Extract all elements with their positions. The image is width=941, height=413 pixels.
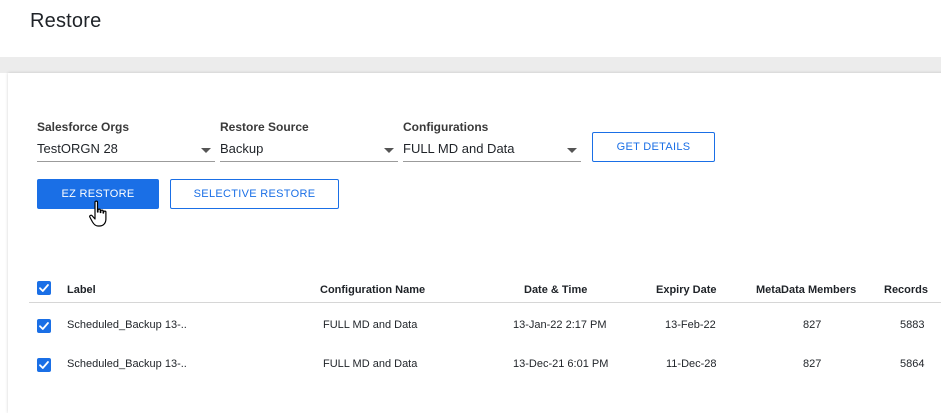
row-checkbox[interactable] [37,358,51,372]
restore-source-label: Restore Source [220,120,309,134]
cell-label: Scheduled_Backup 13-.. [67,358,187,370]
cell-expiry-date: 13-Feb-22 [665,319,716,331]
configurations-value: FULL MD and Data [403,141,515,156]
hand-pointer-icon [89,200,107,227]
header-divider-band [0,57,941,73]
cell-metadata-members: 827 [803,358,822,370]
cell-configuration-name: FULL MD and Data [323,319,418,331]
configurations-field: Configurations FULL MD and Data [403,120,581,162]
cell-configuration-name: FULL MD and Data [323,358,418,370]
row-checkbox[interactable] [37,319,51,333]
selective-restore-button[interactable]: SELECTIVE RESTORE [170,179,339,209]
table-row[interactable]: Scheduled_Backup 13-.. FULL MD and Data … [29,351,941,381]
checkmark-icon [39,322,49,330]
salesforce-orgs-value: TestORGN 28 [37,141,118,156]
cell-metadata-members: 827 [803,319,822,331]
table-row[interactable]: Scheduled_Backup 13-.. FULL MD and Data … [29,312,941,342]
salesforce-orgs-select[interactable]: TestORGN 28 [37,138,215,162]
cell-expiry-date: 11-Dec-28 [666,358,717,370]
page-title: Restore [30,10,102,32]
restore-source-value: Backup [220,141,264,156]
salesforce-orgs-label: Salesforce Orgs [37,120,130,134]
checkmark-icon [39,284,49,292]
caret-down-icon [201,148,211,153]
configurations-select[interactable]: FULL MD and Data [403,138,581,162]
column-header-expiry-date[interactable]: Expiry Date [656,284,717,296]
cell-date-time: 13-Jan-22 2:17 PM [513,319,607,331]
column-header-records[interactable]: Records [884,284,928,296]
restore-source-select[interactable]: Backup [220,138,398,162]
page-header: Restore [0,0,941,57]
cell-label: Scheduled_Backup 13-.. [67,319,187,331]
select-all-checkbox[interactable] [37,281,51,295]
column-header-metadata-members[interactable]: MetaData Members [756,284,856,296]
caret-down-icon [384,148,394,153]
column-header-configuration-name[interactable]: Configuration Name [320,284,425,296]
get-details-button[interactable]: GET DETAILS [592,132,715,162]
configurations-label: Configurations [403,120,489,134]
caret-down-icon [567,148,577,153]
table-header: Label Configuration Name Date & Time Exp… [29,280,941,303]
column-header-date-time[interactable]: Date & Time [524,284,587,296]
checkmark-icon [39,361,49,369]
cell-date-time: 13-Dec-21 6:01 PM [513,358,609,370]
salesforce-orgs-field: Salesforce Orgs TestORGN 28 [37,120,215,162]
cell-records: 5864 [900,358,925,370]
cell-records: 5883 [900,319,925,331]
column-header-label[interactable]: Label [67,284,96,296]
restore-source-field: Restore Source Backup [220,120,398,162]
